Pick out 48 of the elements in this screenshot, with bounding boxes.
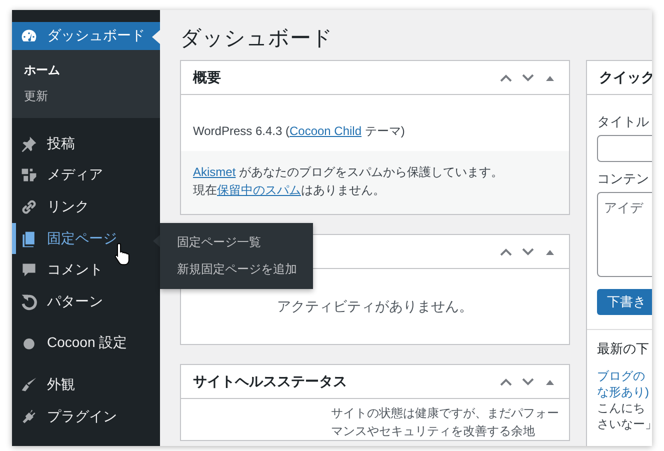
- empty-message: アクティビティがありません。: [277, 298, 473, 316]
- submenu-item[interactable]: 更新: [12, 83, 160, 109]
- text-link[interactable]: 保留中のスパム: [217, 183, 301, 197]
- submenu-item[interactable]: ホーム: [12, 57, 160, 83]
- sidebar-item[interactable]: コメント: [12, 254, 160, 286]
- plug-icon: [20, 408, 38, 426]
- info-text: 現在保留中のスパムはありません。: [193, 182, 386, 199]
- sidebar-item[interactable]: メディア: [12, 160, 160, 192]
- card-title: サイトヘルスステータス: [193, 372, 348, 390]
- move-up-icon[interactable]: [499, 72, 513, 82]
- content-field[interactable]: アイデ: [597, 192, 652, 277]
- field-label: コンテン: [597, 170, 650, 188]
- sidebar-item[interactable]: ダッシュボード: [12, 22, 160, 50]
- field-label: タイトル: [597, 113, 650, 131]
- link-icon: [20, 198, 38, 216]
- text-link[interactable]: Cocoon Child: [289, 124, 362, 138]
- card-title: 概要: [193, 68, 222, 86]
- move-up-icon[interactable]: [499, 246, 513, 256]
- sidebar-item[interactable]: 投稿: [12, 128, 160, 160]
- draft-excerpt: こんにち: [597, 400, 646, 416]
- move-down-icon[interactable]: [521, 72, 535, 82]
- draft-link[interactable]: な形あり): [597, 384, 652, 400]
- brush-icon: [20, 376, 38, 394]
- flyout-item[interactable]: 固定ページ一覧: [160, 229, 313, 256]
- text-link[interactable]: Akismet: [193, 165, 236, 179]
- move-up-icon[interactable]: [499, 376, 513, 386]
- sidebar-item[interactable]: パターン: [12, 286, 160, 318]
- menu-pointer-notch: [152, 30, 160, 44]
- status-text: サイトの状態は健康ですが、まだパフォーマンスやセキュリティを改善する余地: [331, 405, 560, 440]
- section-title: 最新の下: [597, 340, 650, 358]
- sidebar-item[interactable]: 外観: [12, 369, 160, 401]
- info-text: WordPress 6.4.3 (Cocoon Child テーマ): [193, 123, 406, 140]
- draft-excerpt: さいなー」: [597, 416, 652, 432]
- move-down-icon[interactable]: [521, 376, 535, 386]
- flyout-item[interactable]: 新規固定ページを追加: [160, 256, 313, 283]
- hand-cursor-icon: [114, 242, 131, 266]
- sidebar-item[interactable]: プラグイン: [12, 400, 160, 432]
- draft-link[interactable]: ブログの: [597, 368, 652, 384]
- media-icon: [20, 166, 38, 184]
- circular-arrow-icon: [20, 292, 38, 311]
- move-down-icon[interactable]: [521, 246, 535, 256]
- pin-icon: [20, 134, 38, 153]
- save-draft-button[interactable]: 下書き: [597, 289, 652, 315]
- info-text: Akismet があなたのブログをスパムから保護しています。: [193, 164, 504, 181]
- page-title: ダッシュボード: [180, 26, 334, 52]
- sidebar-item[interactable]: 固定ページ: [12, 222, 160, 254]
- sidebar-item[interactable]: リンク: [12, 191, 160, 223]
- sidebar-item[interactable]: Cocoon 設定: [12, 328, 160, 360]
